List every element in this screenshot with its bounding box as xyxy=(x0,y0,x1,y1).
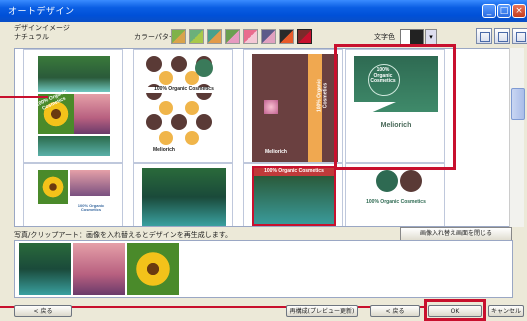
close-button[interactable]: × xyxy=(512,4,526,18)
ok-button[interactable]: OK xyxy=(428,305,482,317)
swatch-2[interactable] xyxy=(189,29,204,44)
template-thumbnail-6[interactable] xyxy=(133,163,233,226)
sunset-photo xyxy=(74,94,110,134)
swatch-8[interactable] xyxy=(297,29,312,44)
regenerate-button[interactable]: 再構成(プレビュー更新) xyxy=(286,305,358,317)
double-view-icon[interactable] xyxy=(494,28,510,44)
grid-view-icon[interactable] xyxy=(512,28,527,44)
design-image-label: デザインイメージ ナチュラル xyxy=(14,24,70,41)
circle-decoration xyxy=(376,170,398,192)
template-thumbnail-3[interactable]: 100% Organic Cosmetics Meliorich xyxy=(243,49,343,163)
template-caption: 100% Organic Cosmetics xyxy=(316,78,329,113)
previous-button[interactable]: < 戻る xyxy=(370,305,420,317)
landscape-photo xyxy=(38,136,110,156)
circle-decoration xyxy=(400,170,422,192)
sunflower-photo[interactable] xyxy=(127,243,179,295)
photo-strip xyxy=(14,240,513,298)
callout-line xyxy=(0,96,48,98)
template-caption: 100% Organic Cosmetics xyxy=(140,86,228,93)
template-thumbnail-7[interactable]: 100% Organic Cosmetics xyxy=(243,163,343,226)
template-thumbnail-1[interactable]: 100% Organic Cosmetics xyxy=(23,49,123,163)
swatch-3[interactable] xyxy=(207,29,222,44)
landscape-photo xyxy=(142,168,226,226)
sunflower-photo xyxy=(38,170,68,204)
template-caption: 100% Organic Cosmetics xyxy=(366,199,426,205)
template-caption: 100% Organic Cosmetics xyxy=(264,168,324,174)
selected-template-highlight xyxy=(334,44,456,170)
template-caption: 100% Organic Cosmetics xyxy=(77,203,105,213)
color-pattern-swatches xyxy=(171,29,312,45)
swatch-7[interactable] xyxy=(279,29,294,44)
sunset-photo[interactable] xyxy=(73,243,125,295)
replace-images-button[interactable]: 画像入れ替え画面を閉じる xyxy=(400,227,512,241)
scroll-thumb[interactable] xyxy=(511,88,525,120)
chevron-down-icon[interactable]: ▾ xyxy=(425,29,437,45)
landscape-photo[interactable] xyxy=(19,243,71,295)
font-color-picker[interactable] xyxy=(400,29,424,45)
polka-dot-pattern xyxy=(146,56,213,145)
brand-name: Meliorich xyxy=(144,147,184,154)
sunset-photo xyxy=(70,170,110,196)
back-button[interactable]: < 戻る xyxy=(14,305,72,317)
flower-photo xyxy=(264,100,278,114)
brand-name: Meliorich xyxy=(265,149,287,155)
template-thumbnail-8[interactable]: 100% Organic Cosmetics xyxy=(345,163,445,226)
swatch-1[interactable] xyxy=(171,29,186,44)
cancel-button[interactable]: キャンセル xyxy=(488,305,524,317)
vertical-scrollbar[interactable] xyxy=(509,48,525,227)
window-title: オートデザイン xyxy=(8,7,75,17)
photo-section-label: 写真/クリップアート：画像を入れ替えるとデザインを再生成します。 xyxy=(14,231,233,239)
template-thumbnail-2[interactable]: 100% Organic Cosmetics Meliorich xyxy=(133,49,233,163)
maximize-button[interactable]: □ xyxy=(497,4,511,18)
swatch-6[interactable] xyxy=(261,29,276,44)
title-bar: オートデザイン _ □ × xyxy=(0,0,527,22)
auto-design-window: オートデザイン _ □ × デザインイメージ ナチュラル カラーパターン 文字色… xyxy=(0,0,527,321)
template-thumbnail-5[interactable]: 100% Organic Cosmetics xyxy=(23,163,123,226)
single-view-icon[interactable] xyxy=(476,28,492,44)
swatch-4[interactable] xyxy=(225,29,240,44)
landscape-photo xyxy=(252,166,336,226)
minimize-button[interactable]: _ xyxy=(482,4,496,18)
font-color-label: 文字色 xyxy=(374,33,395,41)
swatch-5[interactable] xyxy=(243,29,258,44)
